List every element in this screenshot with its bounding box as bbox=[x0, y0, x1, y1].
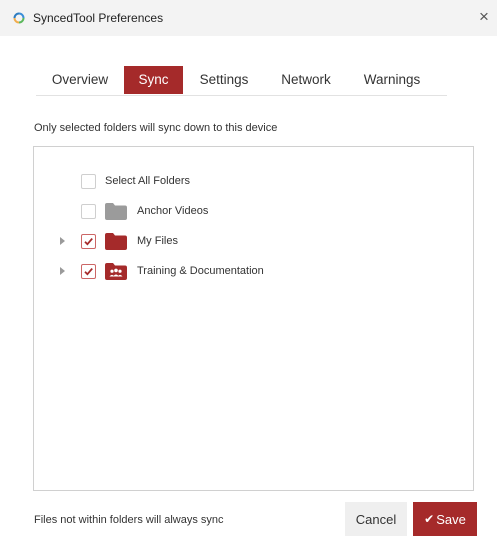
save-button[interactable]: ✔ Save bbox=[413, 502, 477, 536]
tab-overview[interactable]: Overview bbox=[44, 66, 116, 94]
folder-icon bbox=[105, 203, 127, 220]
footer-note: Files not within folders will always syn… bbox=[34, 514, 224, 526]
checkmark-icon bbox=[84, 268, 93, 276]
expand-arrow-icon[interactable] bbox=[60, 237, 65, 245]
sync-description: Only selected folders will sync down to … bbox=[34, 122, 278, 134]
shared-folder-icon bbox=[105, 263, 127, 280]
select-all-row: Select All Folders bbox=[34, 171, 473, 193]
folder-row-training-documentation: Training & Documentation bbox=[34, 261, 473, 283]
expand-arrow-icon[interactable] bbox=[60, 267, 65, 275]
checkmark-icon bbox=[84, 238, 93, 246]
training-documentation-checkbox[interactable] bbox=[81, 264, 96, 279]
folder-list: Select All Folders Anchor Videos My File… bbox=[33, 146, 474, 491]
preferences-tabs: Overview Sync Settings Network Warnings bbox=[36, 64, 447, 96]
tab-network[interactable]: Network bbox=[272, 66, 340, 94]
folder-label: Anchor Videos bbox=[137, 205, 209, 217]
my-files-checkbox[interactable] bbox=[81, 234, 96, 249]
close-icon[interactable]: × bbox=[476, 8, 492, 26]
anchor-videos-checkbox[interactable] bbox=[81, 204, 96, 219]
title-bar: SyncedTool Preferences × bbox=[0, 0, 497, 36]
tab-sync[interactable]: Sync bbox=[124, 66, 183, 94]
folder-row-my-files: My Files bbox=[34, 231, 473, 253]
checkmark-icon: ✔ bbox=[424, 512, 435, 526]
folder-icon bbox=[105, 233, 127, 250]
select-all-label: Select All Folders bbox=[105, 175, 190, 187]
tab-warnings[interactable]: Warnings bbox=[356, 66, 428, 94]
folder-label: Training & Documentation bbox=[137, 265, 264, 277]
sync-app-icon bbox=[12, 11, 26, 25]
cancel-button[interactable]: Cancel bbox=[345, 502, 407, 536]
tab-settings[interactable]: Settings bbox=[191, 66, 257, 94]
folder-label: My Files bbox=[137, 235, 178, 247]
save-button-label: Save bbox=[436, 511, 466, 527]
folder-row-anchor-videos: Anchor Videos bbox=[34, 201, 473, 223]
window-title: SyncedTool Preferences bbox=[33, 11, 164, 25]
select-all-checkbox[interactable] bbox=[81, 174, 96, 189]
